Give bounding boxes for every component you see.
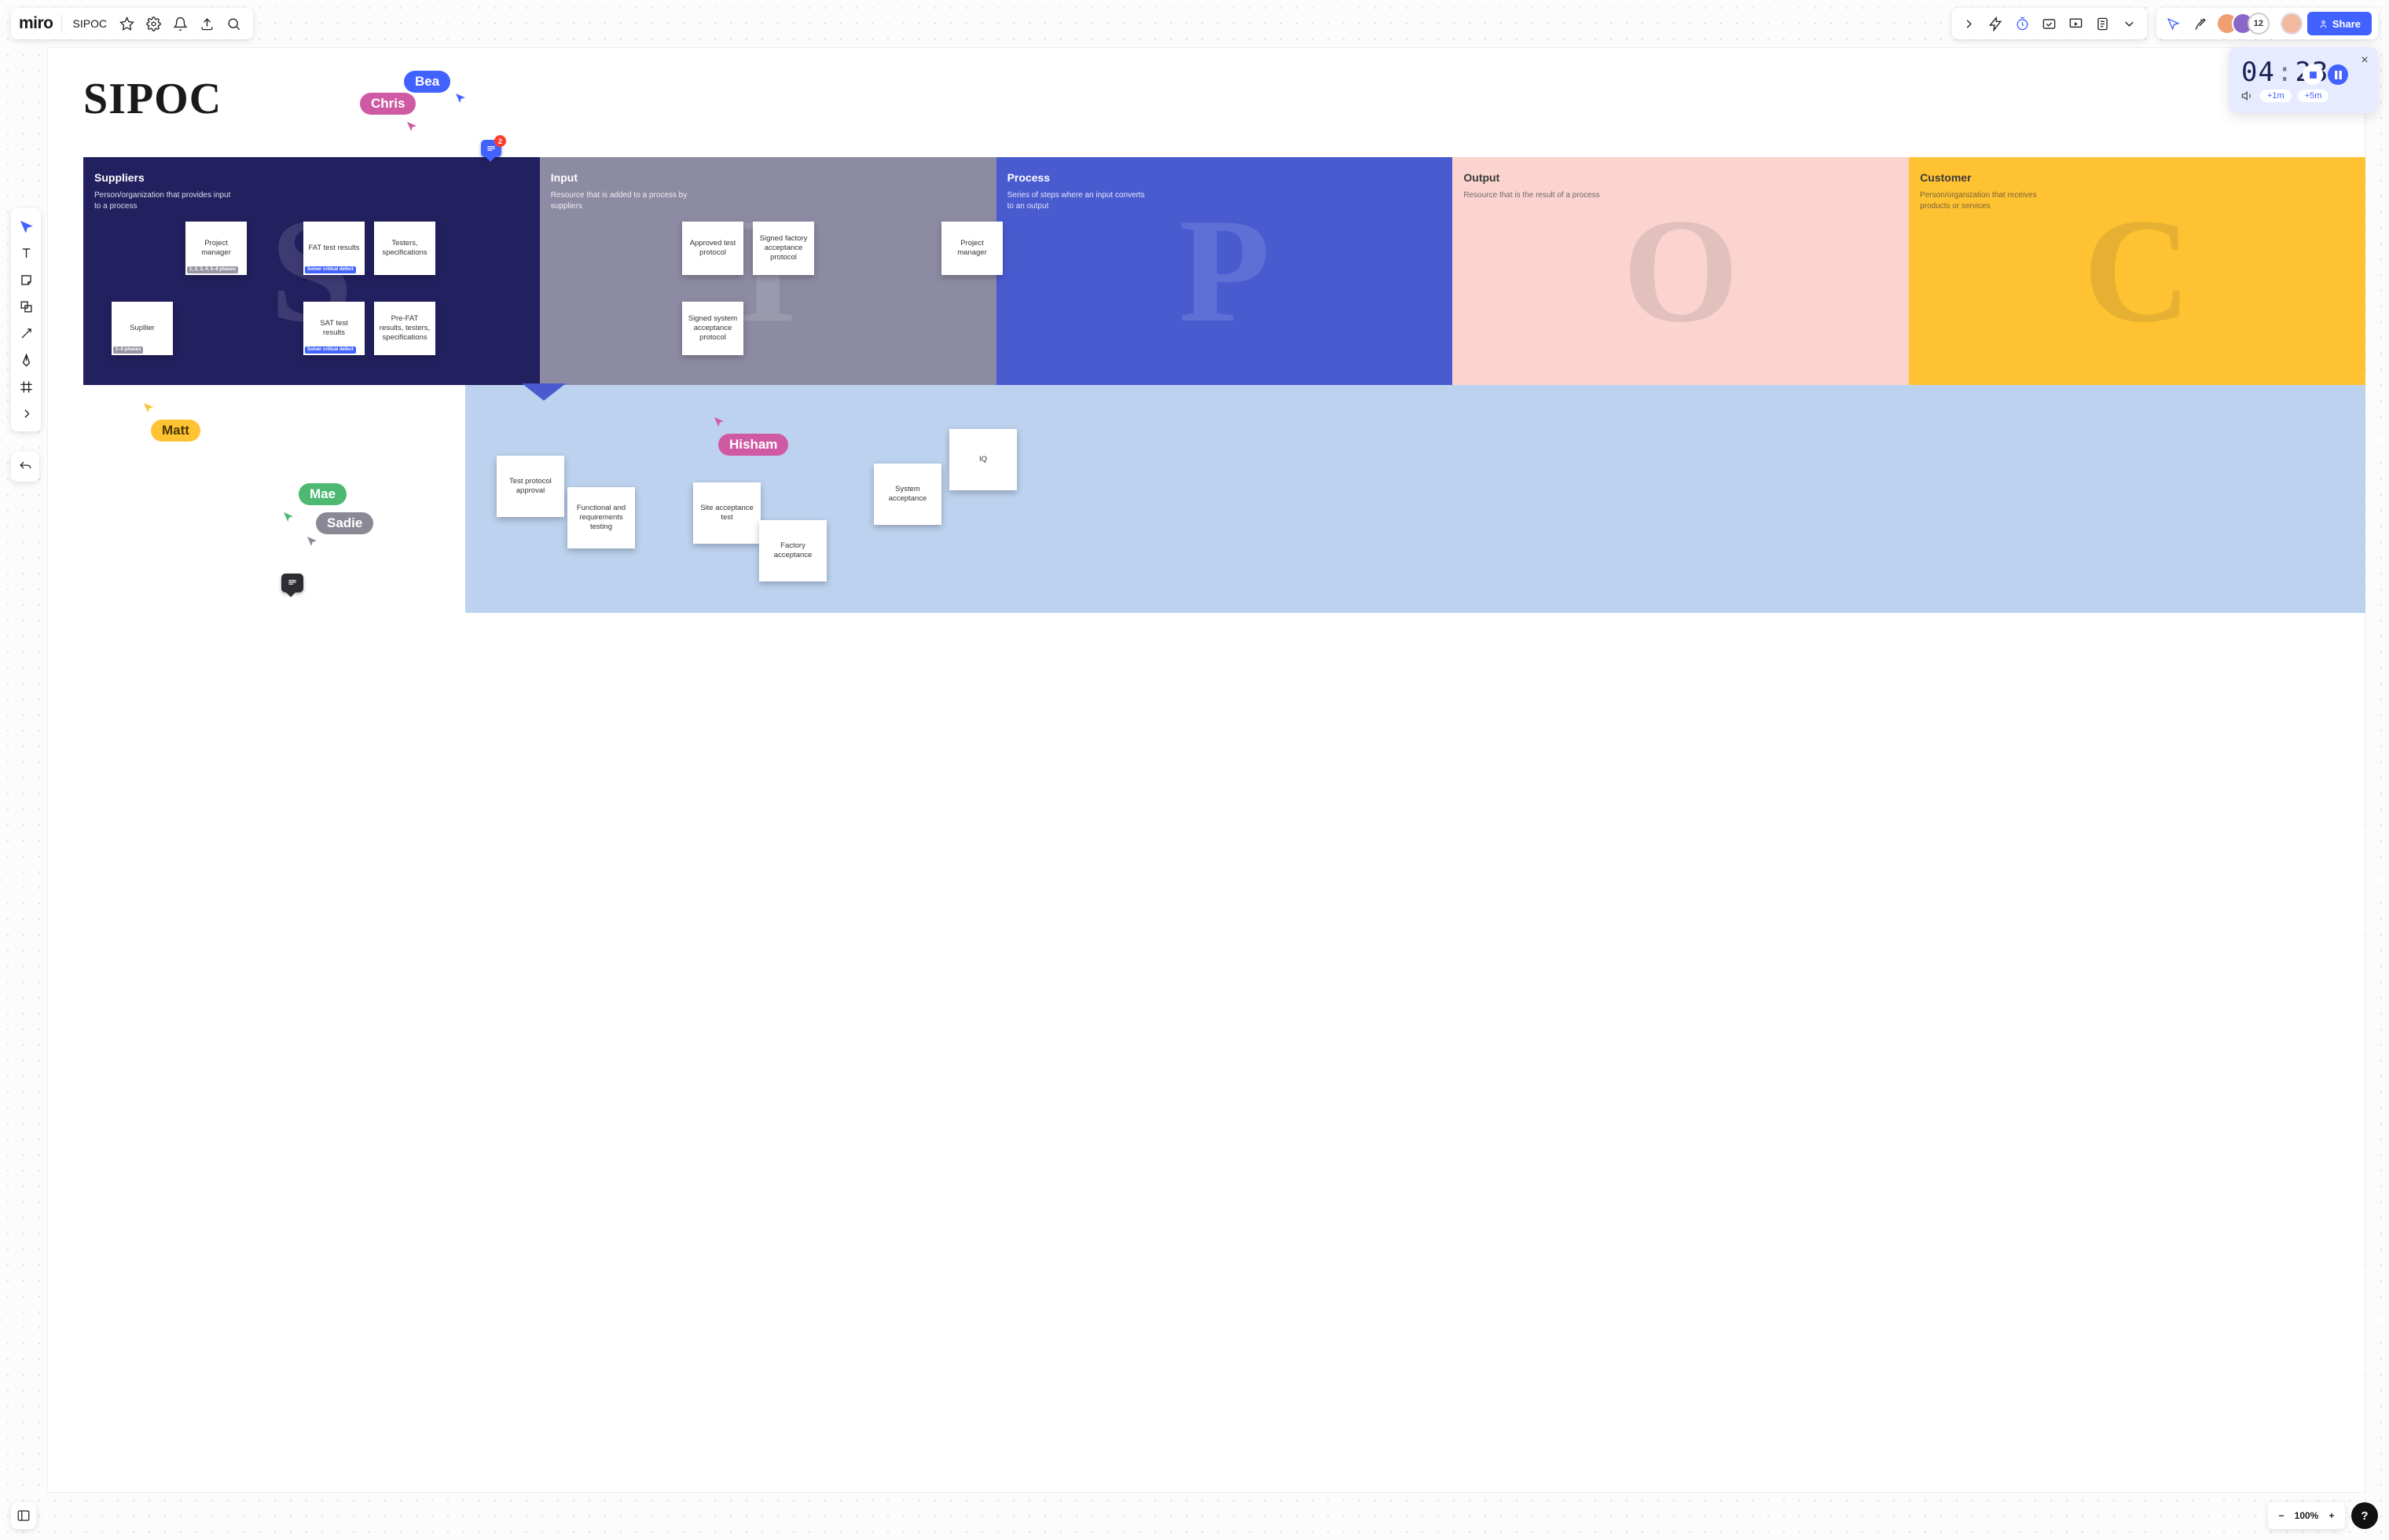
timer-add-5m[interactable]: +5m <box>2298 90 2329 102</box>
col-output[interactable]: O Output Resource that is the result of … <box>1452 157 1909 385</box>
more-tools[interactable] <box>13 400 39 427</box>
collab-panel: 12 Share <box>2156 8 2378 39</box>
sticky-note[interactable]: Project manager <box>941 222 1003 275</box>
board-canvas[interactable]: SIPOC Bea Chris Matt Mae Sadie Hisham 2 … <box>47 47 2365 1493</box>
sticky-note[interactable]: Signed system acceptance protocol <box>682 302 743 355</box>
current-user-avatar[interactable] <box>2281 13 2303 35</box>
page-title: SIPOC <box>83 74 222 124</box>
undo-button[interactable] <box>13 455 37 478</box>
sticky-note[interactable]: Testers, specifications <box>374 222 435 275</box>
sticky-note[interactable]: Site acceptance test <box>693 482 761 544</box>
zoom-in-button[interactable]: + <box>2325 1504 2339 1527</box>
cursor-bea: Bea <box>404 71 450 93</box>
follow-cursor-icon[interactable] <box>2163 12 2185 35</box>
pen-tool[interactable] <box>13 346 39 373</box>
text-tool[interactable] <box>13 240 39 266</box>
zoom-controls: − 100% + <box>2268 1502 2345 1529</box>
sticky-note[interactable]: Approved test protocol <box>682 222 743 275</box>
avatar-overflow-count[interactable]: 12 <box>2248 13 2270 35</box>
col-process[interactable]: P Process Series of steps where an input… <box>996 157 1453 385</box>
sticky-note[interactable]: IQ <box>949 429 1017 490</box>
voting-icon[interactable] <box>2039 12 2061 35</box>
map-toggle[interactable] <box>11 1502 36 1529</box>
process-arrow-icon <box>522 383 566 401</box>
sticky-note[interactable]: Factory acceptance <box>759 520 827 581</box>
line-tool[interactable] <box>13 320 39 346</box>
facilitation-panel <box>1952 8 2147 39</box>
reactions-icon[interactable] <box>2189 12 2211 35</box>
present-icon[interactable] <box>2065 12 2087 35</box>
cursor-sadie: Sadie <box>316 512 373 534</box>
comment-marker[interactable]: 2 <box>481 140 501 157</box>
titlebar: miro SIPOC <box>11 8 253 39</box>
zoom-out-button[interactable]: − <box>2274 1504 2288 1527</box>
col-customer[interactable]: C Customer Person/organization that rece… <box>1909 157 2365 385</box>
help-button[interactable]: ? <box>2351 1502 2378 1529</box>
settings-icon[interactable] <box>141 12 165 35</box>
more-icon[interactable] <box>2119 12 2141 35</box>
comment-marker[interactable] <box>281 574 303 592</box>
collaborator-avatars[interactable]: 12 <box>2216 13 2270 35</box>
timer-pause-button[interactable] <box>2328 64 2348 85</box>
comment-count: 2 <box>494 135 506 147</box>
export-icon[interactable] <box>195 12 218 35</box>
step-2[interactable] <box>1099 385 1732 613</box>
bottom-right: − 100% + ? <box>2268 1502 2378 1529</box>
notifications-icon[interactable] <box>168 12 192 35</box>
cursor-chris: Chris <box>360 93 416 115</box>
sticky-note[interactable]: System acceptance <box>874 464 941 525</box>
app-logo[interactable]: miro <box>19 14 62 33</box>
board-title[interactable]: SIPOC <box>68 17 112 30</box>
timer-widget[interactable]: × 04:23 +1m +5m <box>2229 47 2378 113</box>
select-tool[interactable] <box>13 213 39 240</box>
star-icon[interactable] <box>115 12 138 35</box>
sound-icon[interactable] <box>2241 90 2254 102</box>
collapse-icon[interactable] <box>1958 12 1980 35</box>
zoom-value[interactable]: 100% <box>2292 1510 2321 1521</box>
sticky-note[interactable]: Signed factory acceptance protocol <box>753 222 814 275</box>
share-label: Share <box>2332 18 2361 30</box>
close-icon[interactable]: × <box>2358 53 2372 68</box>
cursor-mae: Mae <box>299 483 347 505</box>
sticky-note[interactable]: Functional and requirements testing <box>567 487 635 548</box>
top-right-cluster: 12 Share <box>1952 8 2378 39</box>
notes-icon[interactable] <box>2092 12 2114 35</box>
undo-panel <box>11 452 39 482</box>
left-toolbar <box>11 208 41 431</box>
bolt-icon[interactable] <box>1985 12 2007 35</box>
timer-stop-button[interactable] <box>2303 64 2323 85</box>
sticky-tool[interactable] <box>13 266 39 293</box>
shape-tool[interactable] <box>13 293 39 320</box>
timer-add-1m[interactable]: +1m <box>2260 90 2292 102</box>
frame-tool[interactable] <box>13 373 39 400</box>
step-3[interactable] <box>1732 385 2365 613</box>
sticky-note[interactable]: SAT test resultsSolver critical defect <box>303 302 365 355</box>
sticky-note[interactable]: FAT test resultsSolver critical defect <box>303 222 365 275</box>
sticky-note[interactable]: Supllier1–5 phases <box>112 302 173 355</box>
sticky-note[interactable]: Project manager1, 2, 3, 4, 5–8 phases <box>185 222 247 275</box>
search-icon[interactable] <box>222 12 245 35</box>
sticky-note[interactable]: Pre-FAT results, testers, specifications <box>374 302 435 355</box>
share-button[interactable]: Share <box>2307 12 2372 35</box>
timer-icon[interactable] <box>2012 12 2034 35</box>
sticky-note[interactable]: Test protocol approval <box>497 456 564 517</box>
